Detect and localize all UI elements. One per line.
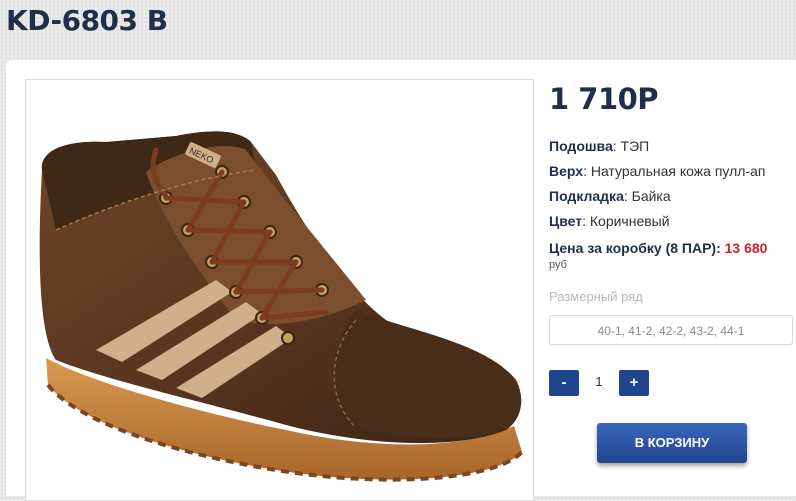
quantity-decrease-button[interactable]: - (549, 370, 579, 396)
box-price-label: Цена за коробку (8 ПАР): (549, 240, 721, 256)
size-range-label: Размерный ряд (549, 289, 643, 304)
spec-sole-value: : ТЭП (612, 138, 650, 154)
product-image[interactable]: NEKO (25, 79, 534, 501)
add-to-cart-button[interactable]: В КОРЗИНУ (597, 423, 747, 463)
spec-lining-value: : Байка (623, 188, 671, 204)
product-title: KD-6803 B (6, 4, 168, 37)
spec-sole-label: Подошва (549, 138, 613, 154)
spec-color-value: : Коричневый (582, 213, 670, 229)
size-range-select[interactable]: 40-1, 41-2, 42-2, 43-2, 44-1 (549, 315, 793, 345)
spec-upper-label: Верх (549, 163, 584, 179)
spec-color: Цвет: Коричневый (549, 213, 670, 229)
spec-color-label: Цвет (549, 213, 583, 229)
product-price: 1 710Р (549, 82, 659, 116)
product-card: NEKO 1 710Р Подошва: ТЭП Верх: Натуральн… (6, 60, 796, 501)
box-price-currency: руб (549, 259, 567, 271)
spec-upper: Верх: Натуральная кожа пулл-ап (549, 163, 765, 179)
boot-photo-icon: NEKO (39, 131, 524, 482)
quantity-input[interactable]: 1 (589, 374, 609, 389)
box-price-value: 13 680 (724, 240, 768, 256)
quantity-increase-button[interactable]: + (619, 370, 649, 396)
spec-sole: Подошва: ТЭП (549, 138, 649, 154)
box-price: Цена за коробку (8 ПАР): 13 680 (549, 240, 767, 256)
spec-lining: Подкладка: Байка (549, 188, 671, 204)
spec-lining-label: Подкладка (549, 188, 624, 204)
spec-upper-value: : Натуральная кожа пулл-ап (583, 163, 766, 179)
